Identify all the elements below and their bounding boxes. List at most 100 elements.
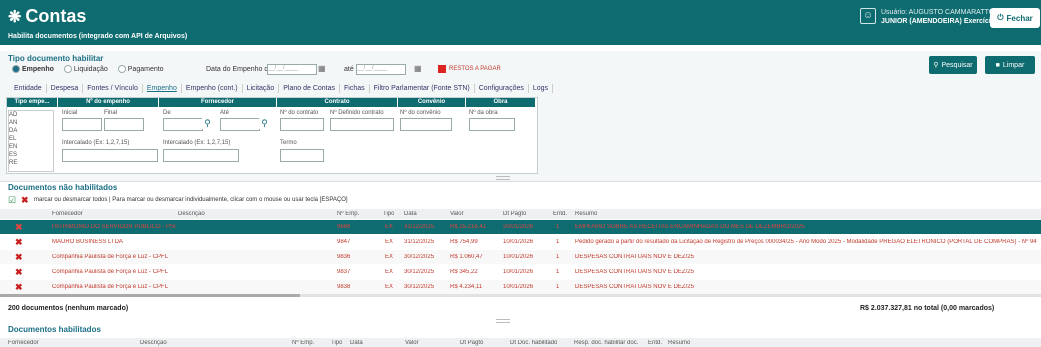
date-to-input[interactable]: __/__/____	[356, 64, 406, 75]
col-valor[interactable]: Valor	[450, 211, 464, 217]
contrato-input[interactable]	[280, 118, 324, 131]
obra-input[interactable]	[469, 118, 515, 131]
tab-empenho[interactable]: Empenho	[143, 84, 182, 93]
horizontal-scrollbar[interactable]	[0, 294, 1041, 297]
intercalado-input[interactable]	[62, 149, 158, 162]
col-data[interactable]: Data	[404, 211, 417, 217]
col-resumo[interactable]: Resumo	[575, 211, 597, 217]
table-row[interactable]: ✖ MAURO BUSINESS LTDA 9847 EX 31/12/2025 R$ 7…	[0, 235, 1041, 249]
filter-grid	[6, 97, 538, 174]
col-descricao[interactable]: Descrição	[178, 211, 205, 217]
row-status-x-icon[interactable]: ✖	[15, 267, 23, 278]
clear-button[interactable]: ■ Limpar	[985, 56, 1035, 74]
tab-empenho-cont[interactable]: Empenho (cont.)	[182, 84, 243, 93]
intercalado2-input[interactable]	[163, 149, 239, 162]
col-fornecedor[interactable]: Fornecedor	[8, 340, 39, 346]
tipo-list[interactable]: AD AN DA EL EN ES RE	[8, 110, 54, 172]
tab-configuracoes[interactable]: Configurações	[475, 84, 529, 93]
cell-resumo: DESPESAS CONTRATUAIS NOV E DEZ/25	[575, 269, 694, 275]
row-status-x-icon[interactable]: ✖	[15, 222, 23, 233]
radio-pagamento[interactable]: Pagamento	[117, 65, 164, 73]
scrollbar-thumb[interactable]	[0, 294, 300, 297]
cell-emp: 9836	[337, 254, 351, 260]
check-all-icon[interactable]: ☑	[8, 195, 16, 206]
col-resp-doc[interactable]: Resp. doc. habilitar doc.	[574, 340, 638, 346]
contrato-def-label: Nº Definido contrato	[330, 110, 384, 116]
fornecedor-ate-input[interactable]	[220, 118, 260, 131]
row-status-x-icon[interactable]: ✖	[15, 282, 23, 293]
cell-data: 31/12/2025	[404, 239, 435, 245]
table-row[interactable]: ✖ Companhia Paulista de Força e Luz - CPF…	[0, 280, 1041, 294]
col-valor[interactable]: Valor	[405, 340, 419, 346]
tab-logs[interactable]: Logs	[529, 84, 554, 93]
inicial-input[interactable]	[62, 118, 102, 131]
table-row[interactable]: ✖ Companhia Paulista de Força e Luz - CPF…	[0, 265, 1041, 279]
cell-emp: 9838	[337, 284, 351, 290]
row-status-x-icon[interactable]: ✖	[15, 252, 23, 263]
col-entd[interactable]: Entd.	[648, 340, 662, 346]
contrato-def-input[interactable]	[330, 118, 394, 131]
calendar-icon[interactable]: ▦	[414, 64, 422, 73]
intercalado2-label: Intercalado (Ex: 1,2,7,15)	[163, 140, 231, 146]
col-entd[interactable]: Entd.	[553, 211, 567, 217]
cell-valor: R$ 754,99	[450, 239, 478, 245]
app-title: ❋ Contas	[8, 6, 86, 27]
col-data[interactable]: Data	[350, 340, 363, 346]
cell-pagto: 10/01/2026	[503, 254, 534, 260]
tab-fontes-vinculo[interactable]: Fontes / Vínculo	[83, 84, 143, 93]
radio-empenho[interactable]: Empenho	[12, 65, 54, 73]
col-tipo[interactable]: Tipo	[383, 211, 394, 217]
habilitados-header: Fornecedor Descrição Nº Emp. Tipo Data V…	[0, 338, 1041, 347]
cell-pagto: 10/01/2026	[503, 284, 534, 290]
radio-liquidacao[interactable]: Liquidação	[63, 65, 108, 73]
cell-data: 31/12/2025	[404, 224, 435, 230]
cell-resumo: Pedido gerado a partir do resultado da L…	[575, 239, 1037, 245]
row-status-x-icon[interactable]: ✖	[15, 237, 23, 248]
tab-plano-contas[interactable]: Plano de Contas	[279, 84, 340, 93]
tipo-item[interactable]: EN	[9, 143, 53, 151]
splitter-handle[interactable]	[496, 176, 510, 180]
col-dt-pagto[interactable]: Dt Pagto	[460, 340, 483, 346]
cell-tipo: EX	[385, 269, 394, 275]
search-button[interactable]: ⚲ Pesquisar	[929, 56, 977, 74]
tipo-item[interactable]: ES	[9, 151, 53, 159]
convenio-input[interactable]	[400, 118, 452, 131]
col-descricao[interactable]: Descrição	[140, 340, 167, 346]
tab-filtro-parlamentar[interactable]: Filtro Parlamentar (Fonte STN)	[370, 84, 475, 93]
col-dt-doc[interactable]: Dt Doc. habilitado	[510, 340, 557, 346]
cell-tipo: EX	[385, 224, 394, 230]
tab-fichas[interactable]: Fichas	[340, 84, 370, 93]
table-row[interactable]: ✖ PATRIMONIO DO SERVIDOR PUBLICO - PSI 968…	[0, 220, 1041, 234]
tab-despesa[interactable]: Despesa	[47, 84, 84, 93]
col-num-emp[interactable]: Nº Emp.	[292, 340, 314, 346]
close-button[interactable]: ⏻ Fechar	[990, 8, 1040, 28]
col-resumo[interactable]: Resumo	[668, 340, 690, 346]
contrato-label: Nº do contrato	[280, 110, 319, 116]
fornecedor-de-input[interactable]	[163, 118, 203, 131]
tipo-item[interactable]: EL	[9, 135, 53, 143]
splitter-handle[interactable]	[496, 319, 510, 323]
calendar-icon[interactable]: ▦	[318, 64, 326, 73]
tipo-item[interactable]: RE	[9, 159, 53, 167]
table-row[interactable]: ✖ Companhia Paulista de Força e Luz - CPF…	[0, 250, 1041, 264]
date-from-input[interactable]: __/__/____	[267, 64, 317, 75]
tab-licitacao[interactable]: Licitação	[243, 84, 280, 93]
tipo-item[interactable]: AN	[9, 119, 53, 127]
tipo-item[interactable]: DA	[9, 127, 53, 135]
col-num-emp[interactable]: Nº Emp.	[337, 211, 359, 217]
restos-checkbox[interactable]	[438, 65, 446, 73]
obra-header: Obra	[466, 98, 535, 107]
search-icon[interactable]: ⚲	[259, 118, 270, 129]
tipo-item[interactable]: AD	[9, 111, 53, 119]
final-input[interactable]	[104, 118, 144, 131]
col-tipo[interactable]: Tipo	[331, 340, 342, 346]
cell-tipo: EX	[385, 239, 394, 245]
search-icon[interactable]: ⚲	[202, 118, 213, 129]
filter-tabs: Entidade Despesa Fontes / Vínculo Empenh…	[10, 84, 554, 93]
col-dt-pagto[interactable]: Dt Pagto	[503, 211, 526, 217]
power-icon: ⏻	[997, 13, 1004, 22]
tab-entidade[interactable]: Entidade	[10, 84, 47, 93]
col-fornecedor[interactable]: Fornecedor	[52, 211, 83, 217]
termo-input[interactable]	[280, 149, 324, 162]
uncheck-all-icon[interactable]: ✖	[21, 195, 29, 206]
